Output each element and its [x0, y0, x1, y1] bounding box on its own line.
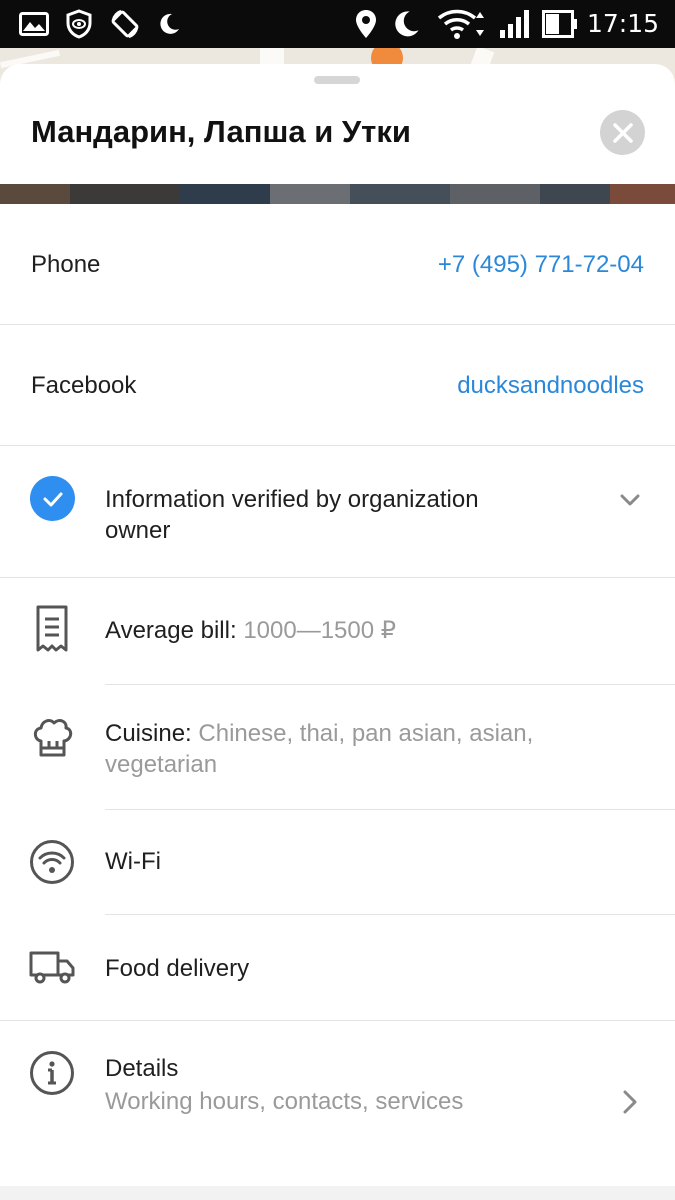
- cuisine-value-line1: Chinese, thai, pan asian, asian,: [198, 720, 534, 747]
- delivery-truck-icon: [28, 943, 76, 991]
- facebook-row[interactable]: Facebook ducksandnoodles: [0, 325, 675, 445]
- image-icon: [18, 0, 50, 48]
- wifi-icon: [436, 0, 488, 48]
- chevron-right-icon[interactable]: [616, 1087, 644, 1117]
- drag-handle[interactable]: [314, 76, 360, 84]
- moon-icon: [390, 0, 422, 48]
- battery-icon: [542, 0, 578, 48]
- details-subtitle: Working hours, contacts, services: [105, 1088, 464, 1115]
- verified-text-line2: owner: [105, 517, 171, 544]
- screen-rotate-icon: [108, 0, 142, 48]
- chef-hat-icon: [28, 713, 76, 761]
- check-circle-icon: [30, 476, 75, 521]
- food-delivery-label: Food delivery: [105, 955, 250, 982]
- details-title: Details: [105, 1055, 179, 1082]
- average-bill-text: Average bill: 1000—1500 ₽: [105, 615, 396, 646]
- shield-eye-icon: [64, 0, 94, 48]
- average-bill-label: Average bill:: [105, 617, 237, 644]
- close-button[interactable]: [600, 110, 645, 155]
- verified-text: Information verified by organization own…: [105, 484, 479, 546]
- cuisine-row: Cuisine: Chinese, thai, pan asian, asian…: [0, 685, 675, 809]
- close-icon: [612, 122, 633, 143]
- verified-text-line1: Information verified by organization: [105, 486, 479, 513]
- average-bill-row: Average bill: 1000—1500 ₽: [0, 578, 675, 684]
- signal-icon: [498, 0, 532, 48]
- phone-label: Phone: [31, 251, 101, 278]
- food-delivery-row: Food delivery: [0, 915, 675, 1020]
- facebook-link[interactable]: ducksandnoodles: [457, 372, 644, 400]
- location-pin-icon: [354, 0, 378, 48]
- photo-strip[interactable]: [0, 184, 675, 204]
- wifi-row: Wi-Fi: [0, 810, 675, 914]
- wifi-label: Wi-Fi: [105, 848, 161, 875]
- cuisine-value-line2: vegetarian: [105, 751, 218, 778]
- bottom-bar: [0, 1186, 675, 1200]
- details-text: Details Working hours, contacts, service…: [105, 1052, 463, 1118]
- place-title: Мандарин, Лапша и Утки: [31, 114, 411, 149]
- status-time: 17:15: [586, 9, 659, 38]
- verified-row[interactable]: Information verified by organization own…: [0, 446, 675, 577]
- chevron-down-icon[interactable]: [616, 486, 644, 514]
- receipt-icon: [28, 605, 76, 653]
- phone-link[interactable]: +7 (495) 771-72-04: [438, 251, 644, 279]
- details-row[interactable]: Details Working hours, contacts, service…: [0, 1021, 675, 1186]
- cuisine-text: Cuisine: Chinese, thai, pan asian, asian…: [105, 718, 533, 780]
- facebook-label: Facebook: [31, 372, 137, 399]
- place-card-sheet: Мандарин, Лапша и Утки Phone +7 (495) 77…: [0, 64, 675, 1200]
- moon-icon: [156, 0, 182, 48]
- cuisine-label: Cuisine:: [105, 720, 192, 747]
- average-bill-value: 1000—1500 ₽: [243, 617, 397, 644]
- phone-row[interactable]: Phone +7 (495) 771-72-04: [0, 204, 675, 324]
- wifi-circle-icon: [28, 838, 76, 886]
- info-icon: [28, 1049, 76, 1097]
- status-bar: 17:15: [0, 0, 675, 48]
